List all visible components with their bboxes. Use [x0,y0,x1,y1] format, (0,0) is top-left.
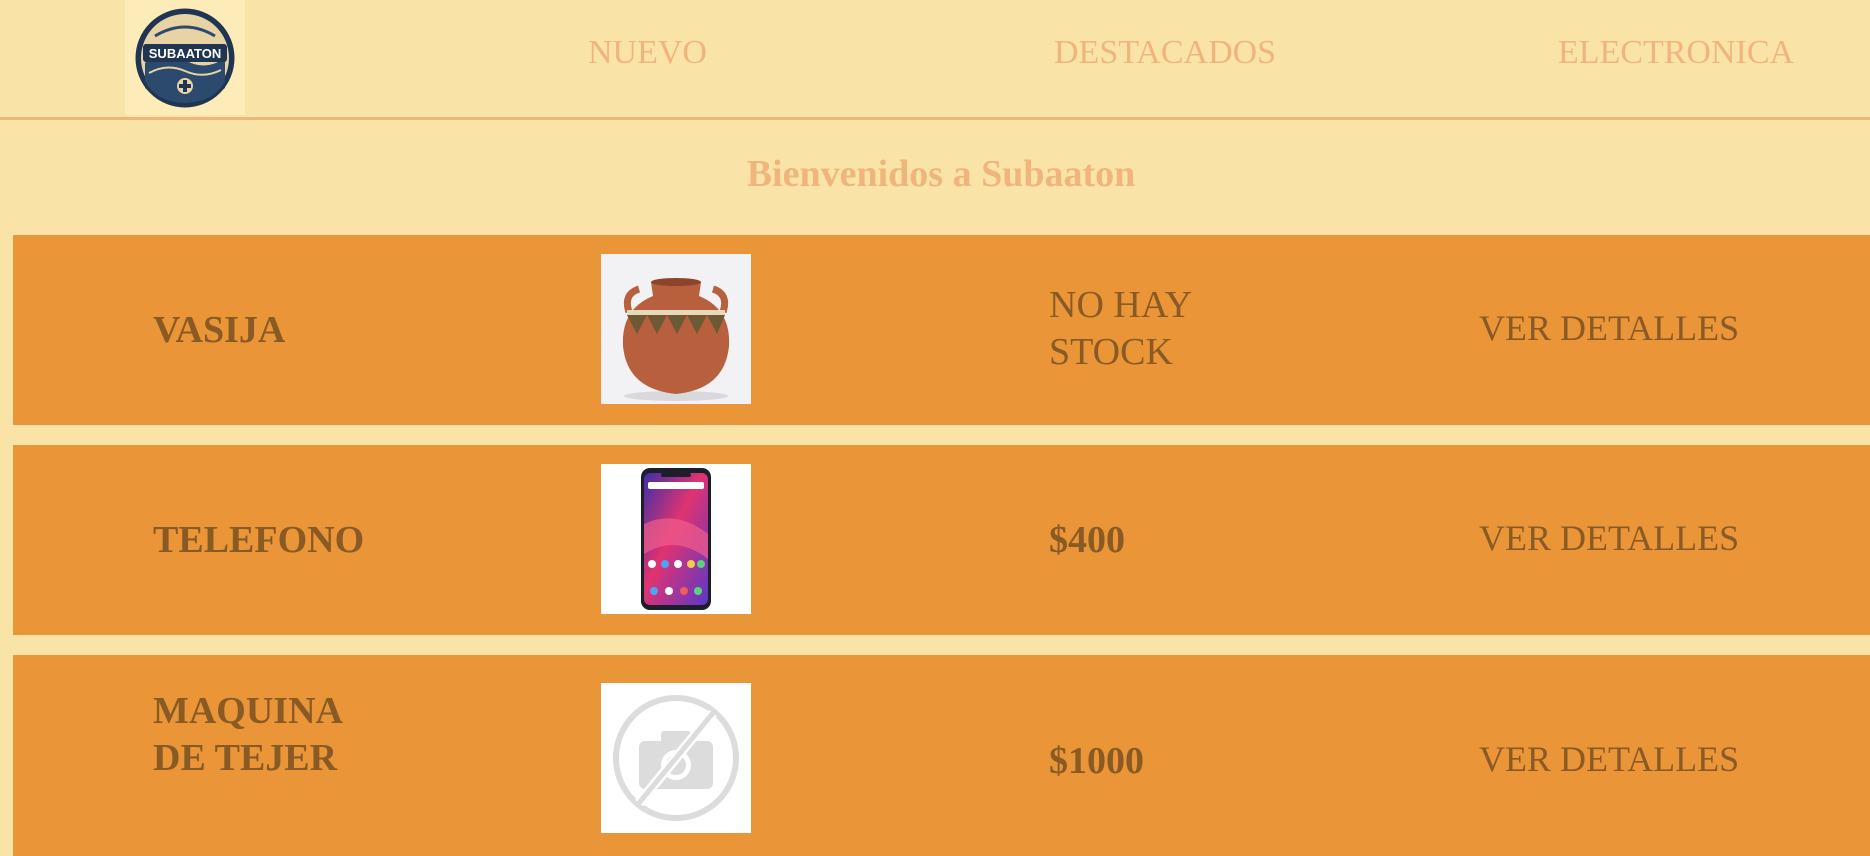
page-title: Bienvenidos a Subaaton [746,153,1136,195]
subaaton-logo-icon: SUBAATON [135,8,235,107]
product-name: VASIJA [153,309,286,351]
product-row: MAQUINA DE TEJER $1000 VER DETALLES [13,655,1870,856]
product-name: TELEFONO [153,519,365,561]
svg-text:SUBAATON: SUBAATON [149,46,221,61]
ver-detalles-button[interactable]: VER DETALLES [1479,517,1739,559]
product-price: $400 [1049,519,1125,561]
nav-link-nuevo[interactable]: NUEVO [588,34,707,72]
product-name: MAQUINA DE TEJER [153,690,341,779]
product-price: $1000 [1049,740,1144,782]
ver-detalles-button[interactable]: VER DETALLES [1479,738,1739,780]
no-photo-placeholder-icon[interactable] [601,683,751,833]
product-row: TELEFONO $400 VER DETALLES [13,445,1870,635]
nav-link-electronica[interactable]: ELECTRONICA [1558,34,1794,72]
smartphone-image[interactable] [601,464,751,614]
logo[interactable]: SUBAATON [125,0,245,115]
ver-detalles-button[interactable]: VER DETALLES [1479,307,1739,349]
clay-vase-image[interactable] [601,254,751,404]
navbar: SUBAATON NUEVO DESTACADOS ELECTRONICA [0,0,1870,120]
product-price: NO HAY STOCK [1049,284,1191,373]
nav-link-destacados[interactable]: DESTACADOS [1054,34,1276,72]
product-row: VASIJA NO HAY STOCK VER DETALLES [13,235,1870,425]
